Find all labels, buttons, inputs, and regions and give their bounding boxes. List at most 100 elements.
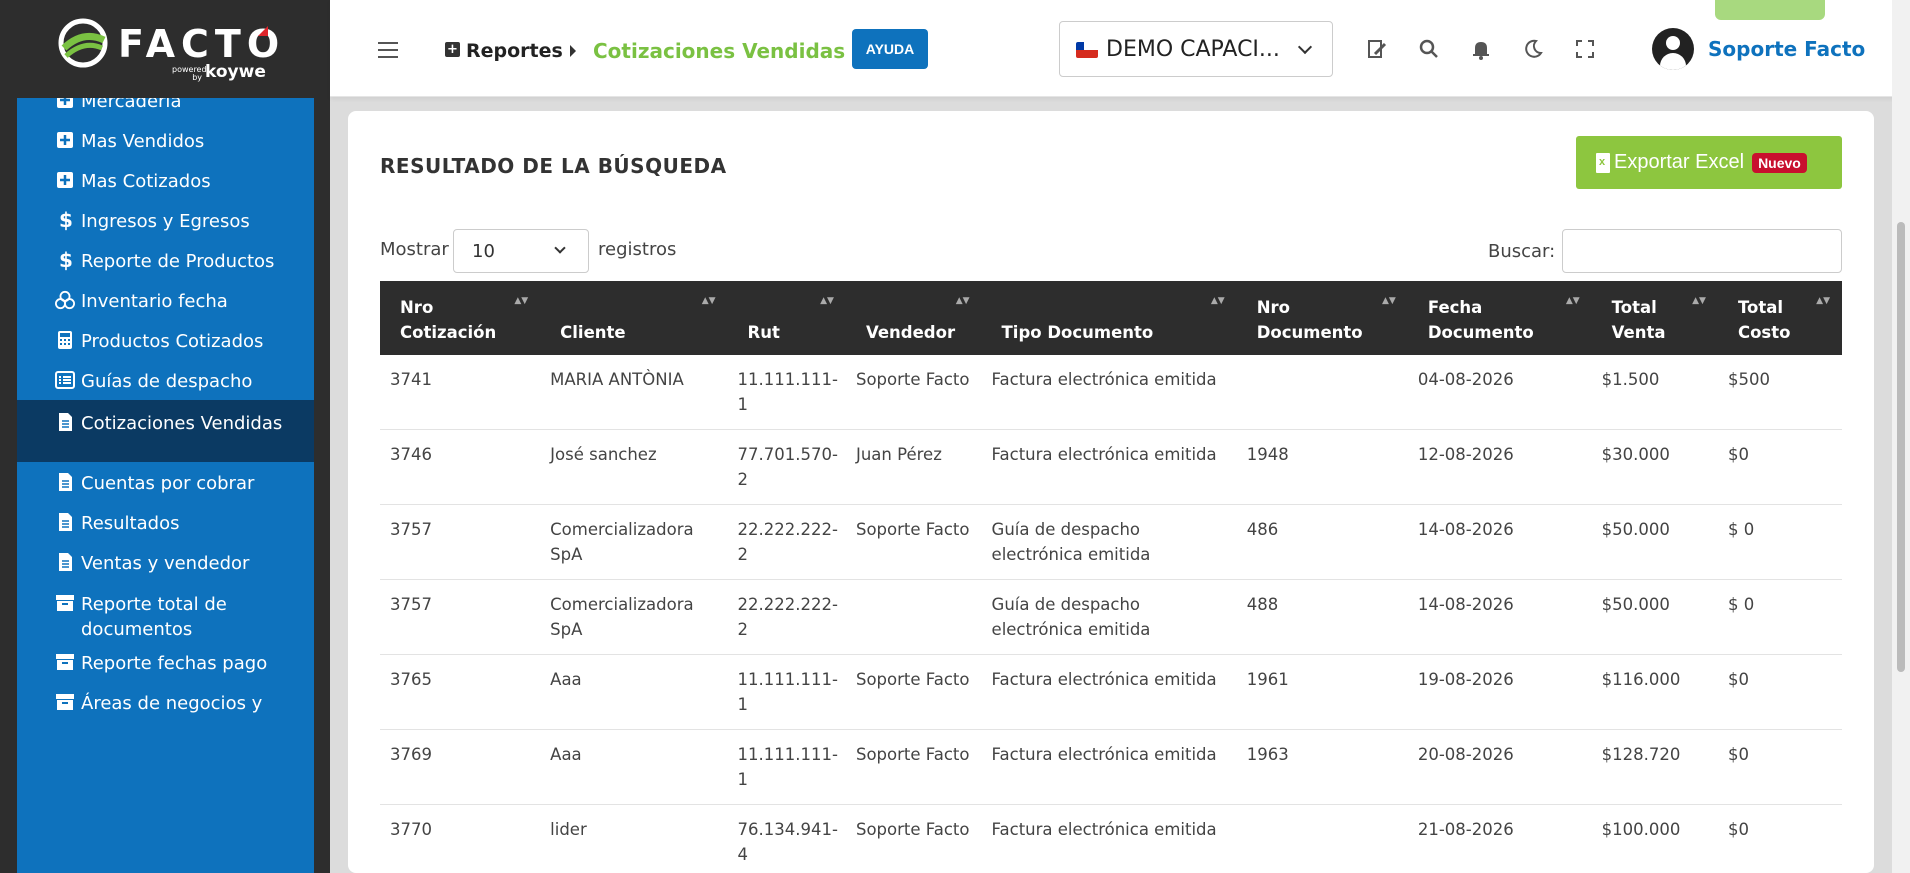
sidebar-item-label: Resultados — [81, 513, 180, 534]
table-cell: 1963 — [1236, 729, 1408, 805]
table-row[interactable]: 3741 MARIA ANTÒNIA 11.111.111-1 Soporte Fac… — [380, 355, 1842, 430]
column-header[interactable]: Cliente ▲▼ — [540, 281, 728, 355]
column-header[interactable]: Total Venta ▲▼ — [1591, 281, 1718, 355]
search-input[interactable] — [1562, 229, 1842, 273]
sidebar-item-reporte-de-productos[interactable]: $ Reporte de Productos — [17, 240, 314, 280]
user-name[interactable]: Soporte Facto — [1708, 37, 1865, 61]
sidebar-item-guias-de-despacho[interactable]: Guías de despacho — [17, 360, 314, 400]
table-cell: $116.000 — [1591, 654, 1718, 730]
table-cell: Soporte Facto — [845, 504, 982, 580]
show-label: Mostrar — [380, 239, 449, 260]
page-scrollbar[interactable] — [1892, 0, 1910, 873]
table-cell: 14-08-2026 — [1407, 579, 1592, 655]
sidebar-item-reporte-fechas-pago[interactable]: Reporte fechas pago — [17, 642, 314, 682]
column-header[interactable]: Fecha Documento ▲▼ — [1407, 281, 1592, 355]
table-cell: 76.134.941-4 — [727, 804, 846, 873]
table-cell: Factura electrónica emitida — [981, 429, 1237, 505]
search-icon[interactable] — [1417, 37, 1441, 61]
sort-icon[interactable]: ▲▼ — [1566, 289, 1580, 314]
help-button[interactable]: AYUDA — [852, 29, 928, 69]
table-cell: $ 0 — [1717, 504, 1842, 580]
table-cell: $0 — [1717, 429, 1842, 505]
table-row[interactable]: 3769 Aaa 11.111.111-1 Soporte Facto Factura … — [380, 729, 1842, 805]
column-header[interactable]: Rut ▲▼ — [727, 281, 846, 355]
table-cell — [1236, 804, 1408, 873]
document-icon — [55, 551, 75, 573]
sidebar-item-productos-cotizados[interactable]: Productos Cotizados — [17, 320, 314, 360]
table-cell: Comercializadora SpA — [540, 579, 728, 655]
scrollbar-thumb[interactable] — [1897, 222, 1905, 672]
facto-logo-icon — [58, 18, 108, 68]
sidebar-item-mercaderia[interactable]: Mercadería — [17, 98, 314, 120]
sidebar-item-resultados[interactable]: Resultados — [17, 502, 314, 542]
sidebar-menu: Mercadería Mas Vendidos Mas Cotizados $ Ingr… — [17, 98, 314, 873]
table-row[interactable]: 3770 lider 76.134.941-4 Soporte Facto Factur… — [380, 804, 1842, 873]
table-cell: $128.720 — [1591, 729, 1718, 805]
moon-icon[interactable] — [1521, 37, 1545, 61]
sidebar-item-label: Cotizaciones Vendidas — [81, 413, 283, 434]
breadcrumb-root[interactable]: Reportes — [466, 40, 563, 62]
table-cell: Factura electrónica emitida — [981, 355, 1237, 430]
sort-icon[interactable]: ▲▼ — [1692, 289, 1706, 314]
table-row[interactable]: 3757 Comercializadora SpA 22.222.222-2 Guía… — [380, 579, 1842, 655]
sort-icon[interactable]: ▲▼ — [1211, 289, 1225, 314]
fullscreen-icon[interactable] — [1573, 37, 1597, 61]
page-length-select[interactable]: 10 — [453, 229, 589, 273]
archive-icon — [55, 691, 75, 713]
chile-flag-icon — [1076, 42, 1098, 58]
sidebar-item-reporte-total-de-documentos[interactable]: Reporte total de documentos — [17, 582, 314, 642]
table-cell: $ 0 — [1717, 579, 1842, 655]
column-header-label: Nro Cotización — [400, 298, 497, 342]
table-row[interactable]: 3757 Comercializadora SpA 22.222.222-2 Sopo… — [380, 504, 1842, 580]
column-header[interactable]: Total Costo ▲▼ — [1717, 281, 1842, 355]
table-cell: 1961 — [1236, 654, 1408, 730]
sidebar-item-ventas-y-vendedor[interactable]: Ventas y vendedor — [17, 542, 314, 582]
table-cell — [845, 579, 982, 655]
sidebar-item-cuentas-por-cobrar[interactable]: Cuentas por cobrar — [17, 462, 314, 502]
sort-icon[interactable]: ▲▼ — [1816, 289, 1830, 314]
column-header-label: Total Venta — [1611, 298, 1666, 342]
sort-icon[interactable]: ▲▼ — [514, 289, 528, 314]
edit-document-icon[interactable] — [1365, 37, 1389, 61]
column-header[interactable]: Nro Documento ▲▼ — [1236, 281, 1408, 355]
company-select[interactable]: DEMO CAPACI... — [1059, 21, 1333, 77]
hamburger-menu-icon[interactable] — [378, 42, 398, 59]
sidebar-item-ingresos-y-egresos[interactable]: $ Ingresos y Egresos — [17, 200, 314, 240]
table-cell: 77.701.570-2 — [727, 429, 846, 505]
sort-icon[interactable]: ▲▼ — [1382, 289, 1396, 314]
table-cell: 11.111.111-1 — [727, 654, 846, 730]
logo[interactable]: FACTO powered by koywe — [0, 0, 330, 98]
avatar[interactable] — [1652, 28, 1694, 70]
sort-icon[interactable]: ▲▼ — [956, 289, 970, 314]
topbar: + Reportes Cotizaciones Vendidas AYUDA D… — [330, 0, 1910, 97]
table-row[interactable]: 3765 Aaa 11.111.111-1 Soporte Facto Factura … — [380, 654, 1842, 730]
table-cell: Factura electrónica emitida — [981, 804, 1237, 873]
sidebar-item-mas-vendidos[interactable]: Mas Vendidos — [17, 120, 314, 160]
sidebar-item-inventario-fecha[interactable]: Inventario fecha — [17, 280, 314, 320]
sidebar-item-cotizaciones-vendidas[interactable]: Cotizaciones Vendidas — [17, 400, 314, 462]
results-table: Nro Cotización ▲▼ Cliente ▲▼ Rut ▲▼ Vendedor ▲▼… — [380, 281, 1842, 873]
sidebar-item-areas-de-negocios-y[interactable]: Áreas de negocios y — [17, 682, 314, 722]
calculator-icon — [55, 329, 75, 351]
column-header-label: Nro Documento — [1256, 298, 1363, 342]
table-cell: 3770 — [380, 804, 541, 873]
sidebar-item-label: Productos Cotizados — [81, 331, 264, 352]
export-excel-button[interactable]: Exportar Excel Nuevo — [1576, 136, 1842, 189]
column-header[interactable]: Tipo Documento ▲▼ — [981, 281, 1237, 355]
table-cell: 11.111.111-1 — [727, 729, 846, 805]
sort-icon[interactable]: ▲▼ — [702, 289, 716, 314]
document-icon — [55, 511, 75, 533]
plus-square-icon — [55, 169, 75, 191]
sidebar-item-label: Mas Vendidos — [81, 131, 205, 152]
excel-file-icon — [1596, 152, 1610, 173]
sidebar-item-mas-cotizados[interactable]: Mas Cotizados — [17, 160, 314, 200]
sort-icon[interactable]: ▲▼ — [820, 289, 834, 314]
table-row[interactable]: 3746 José sanchez 77.701.570-2 Juan Pérez Fa… — [380, 429, 1842, 505]
results-card: RESULTADO DE LA BÚSQUEDA Exportar Excel … — [348, 111, 1874, 873]
column-header[interactable]: Vendedor ▲▼ — [845, 281, 982, 355]
table-cell: 3741 — [380, 355, 541, 430]
column-header[interactable]: Nro Cotización ▲▼ — [380, 281, 541, 355]
table-cell: Factura electrónica emitida — [981, 729, 1237, 805]
bell-icon[interactable] — [1469, 37, 1493, 61]
table-cell: Juan Pérez — [845, 429, 982, 505]
